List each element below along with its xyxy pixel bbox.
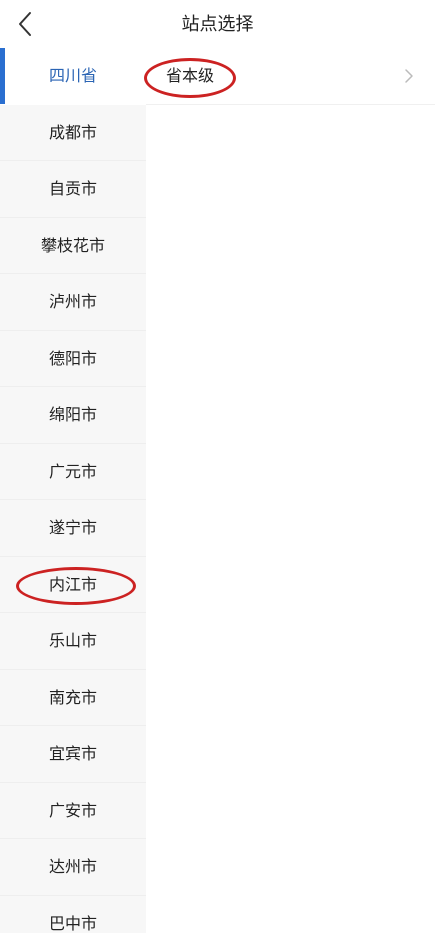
sidebar-item-label: 自贡市 bbox=[48, 179, 97, 198]
sidebar-item-deyang[interactable]: 德阳市 bbox=[0, 331, 146, 387]
sidebar-item-sichuan[interactable]: 四川省 bbox=[0, 48, 146, 105]
sidebar-item-nanchong[interactable]: 南充市 bbox=[0, 670, 146, 726]
sidebar-item-bazhong[interactable]: 巴中市 bbox=[0, 896, 146, 933]
sidebar-item-label: 成都市 bbox=[48, 122, 97, 142]
header-bar: 站点选择 bbox=[0, 0, 435, 48]
sidebar-item-mianyang[interactable]: 绵阳市 bbox=[0, 387, 146, 444]
sidebar-item-guangan[interactable]: 广安市 bbox=[0, 783, 146, 839]
sidebar-item-label: 宜宾市 bbox=[48, 744, 97, 763]
sidebar-item-label: 乐山市 bbox=[48, 631, 97, 650]
list-item-label: 省本级 bbox=[166, 66, 215, 85]
sidebar-item-label: 攀枝花市 bbox=[40, 235, 105, 255]
sidebar-item-label: 泸州市 bbox=[48, 292, 97, 311]
sidebar-item-suining[interactable]: 遂宁市 bbox=[0, 500, 146, 557]
sidebar-item-label: 遂宁市 bbox=[48, 518, 97, 537]
sidebar-item-label: 巴中市 bbox=[48, 913, 97, 933]
sidebar-item-label: 德阳市 bbox=[48, 348, 97, 368]
sidebar-item-label: 四川省 bbox=[48, 66, 97, 85]
sidebar-item-leshan[interactable]: 乐山市 bbox=[0, 613, 146, 670]
province-city-sidebar: 四川省 成都市 自贡市 攀枝花市 泸州市 德阳市 绵阳市 广元市 遂宁市 内江市… bbox=[0, 48, 146, 933]
sidebar-item-yibin[interactable]: 宜宾市 bbox=[0, 726, 146, 783]
sidebar-item-zigong[interactable]: 自贡市 bbox=[0, 161, 146, 218]
sidebar-item-label: 达州市 bbox=[48, 857, 97, 876]
sidebar-item-chengdu[interactable]: 成都市 bbox=[0, 105, 146, 161]
sidebar-item-panzhihua[interactable]: 攀枝花市 bbox=[0, 218, 146, 274]
sidebar-item-dazhou[interactable]: 达州市 bbox=[0, 839, 146, 896]
sidebar-item-label: 广安市 bbox=[48, 800, 97, 820]
chevron-right-icon bbox=[405, 69, 413, 83]
app-screen: 站点选择 四川省 成都市 自贡市 攀枝花市 泸州市 德阳市 绵阳市 广元市 遂宁… bbox=[0, 0, 435, 933]
sidebar-item-luzhou[interactable]: 泸州市 bbox=[0, 274, 146, 331]
sidebar-item-neijiang[interactable]: 内江市 bbox=[0, 557, 146, 613]
sidebar-item-label: 绵阳市 bbox=[48, 405, 97, 424]
sidebar-item-label: 内江市 bbox=[48, 574, 97, 594]
list-item-provincial-level[interactable]: 省本级 bbox=[146, 48, 435, 105]
district-list: 省本级 bbox=[146, 48, 435, 933]
sidebar-item-label: 广元市 bbox=[48, 461, 97, 481]
sidebar-item-guangyuan[interactable]: 广元市 bbox=[0, 444, 146, 500]
page-title: 站点选择 bbox=[181, 14, 254, 35]
sidebar-item-label: 南充市 bbox=[48, 687, 97, 707]
